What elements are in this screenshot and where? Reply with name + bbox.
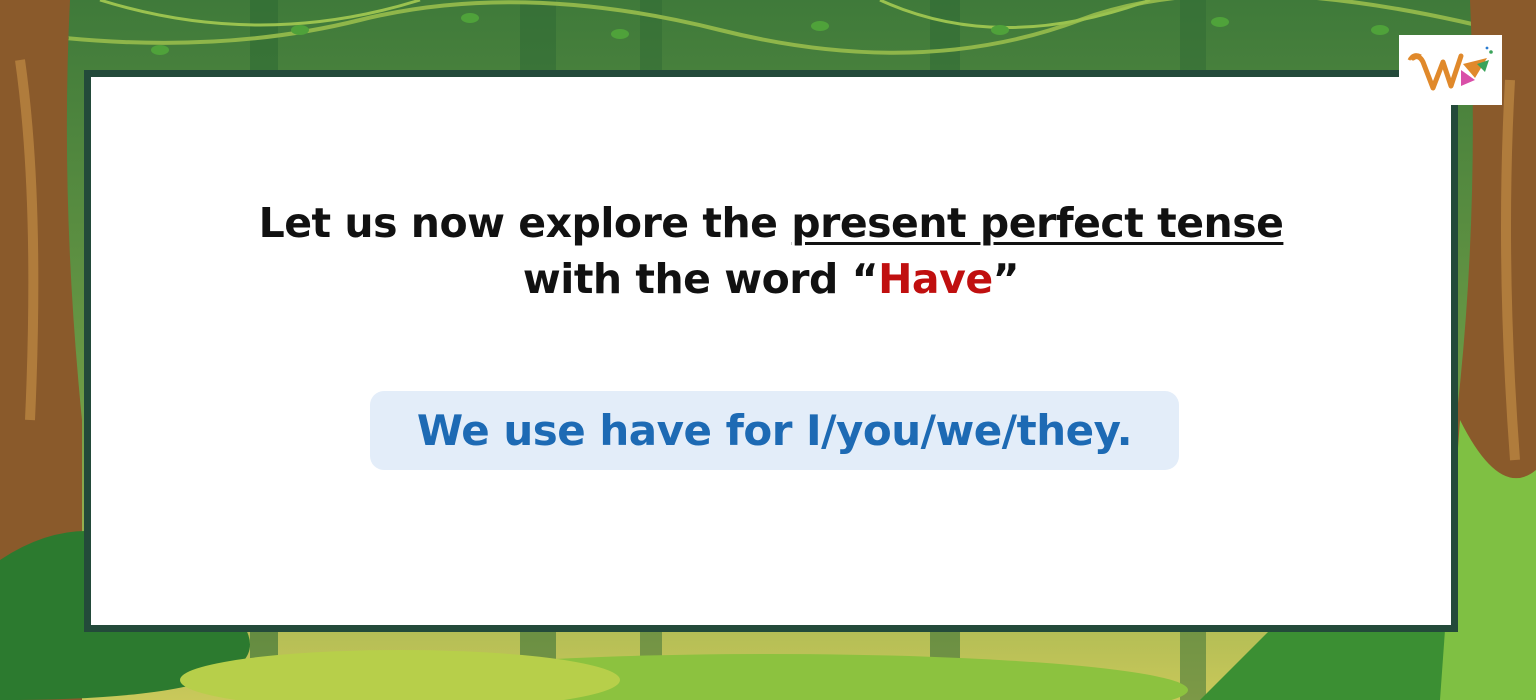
rule-note-text: We use have for I/you/we/they. — [416, 406, 1133, 455]
heading-line-2-suffix: ” — [992, 255, 1020, 303]
brand-logo — [1399, 35, 1502, 105]
heading-highlight-word: Have — [878, 255, 993, 303]
heading-line-1: Let us now explore the present perfect t… — [91, 195, 1451, 251]
heading-line-2-prefix: with the word “ — [522, 255, 879, 303]
heading-line-2: with the word “Have” — [91, 251, 1451, 307]
w-brand-logo-icon — [1407, 46, 1493, 91]
heading-underlined-term: present perfect tense — [791, 199, 1284, 247]
rule-note: We use have for I/you/we/they. — [370, 391, 1179, 470]
slide-heading: Let us now explore the present perfect t… — [91, 195, 1451, 307]
content-card: Let us now explore the present perfect t… — [84, 70, 1458, 632]
heading-line-1-prefix: Let us now explore the — [258, 199, 792, 247]
